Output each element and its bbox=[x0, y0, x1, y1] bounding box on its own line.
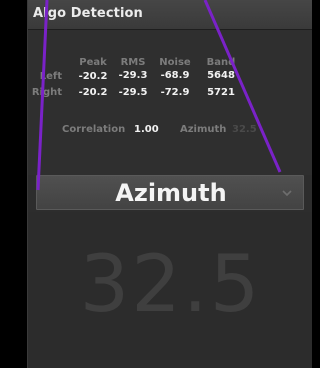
left-rms-value: -29.3 bbox=[118, 70, 148, 81]
left-band-value: 5648 bbox=[207, 70, 235, 81]
chevron-down-icon bbox=[282, 190, 292, 197]
dropdown-selected-value: Azimuth bbox=[115, 179, 227, 207]
azimuth-small-value: 32.5 bbox=[232, 124, 257, 135]
measurement-table: Peak RMS Noise Band Left -20.2 -29.3 -68… bbox=[28, 30, 312, 175]
measurement-selector-dropdown[interactable]: Azimuth bbox=[36, 175, 304, 210]
row-label-left: Left bbox=[39, 71, 62, 82]
right-band-value: 5721 bbox=[207, 87, 235, 98]
right-rms-value: -29.5 bbox=[118, 87, 148, 98]
column-header-noise: Noise bbox=[159, 57, 191, 68]
column-header-rms: RMS bbox=[120, 57, 146, 68]
algo-detection-panel: Algo Detection Peak RMS Noise Band Left … bbox=[27, 0, 312, 368]
left-noise-value: -68.9 bbox=[160, 70, 190, 81]
correlation-value: 1.00 bbox=[134, 124, 159, 135]
big-readout-value: 32.5 bbox=[79, 240, 262, 330]
column-header-peak: Peak bbox=[79, 57, 107, 68]
column-header-band: Band bbox=[206, 57, 236, 68]
right-peak-value: -20.2 bbox=[78, 87, 108, 98]
right-noise-value: -72.9 bbox=[160, 87, 190, 98]
readout-area: 32.5 bbox=[28, 212, 312, 368]
row-label-right: Right bbox=[31, 87, 62, 98]
correlation-label: Correlation bbox=[62, 124, 126, 135]
panel-header: Algo Detection bbox=[28, 0, 312, 30]
screenshot-root: Algo Detection Peak RMS Noise Band Left … bbox=[0, 0, 312, 368]
left-peak-value: -20.2 bbox=[78, 71, 108, 82]
azimuth-label: Azimuth bbox=[180, 124, 227, 135]
panel-title: Algo Detection bbox=[33, 6, 143, 21]
